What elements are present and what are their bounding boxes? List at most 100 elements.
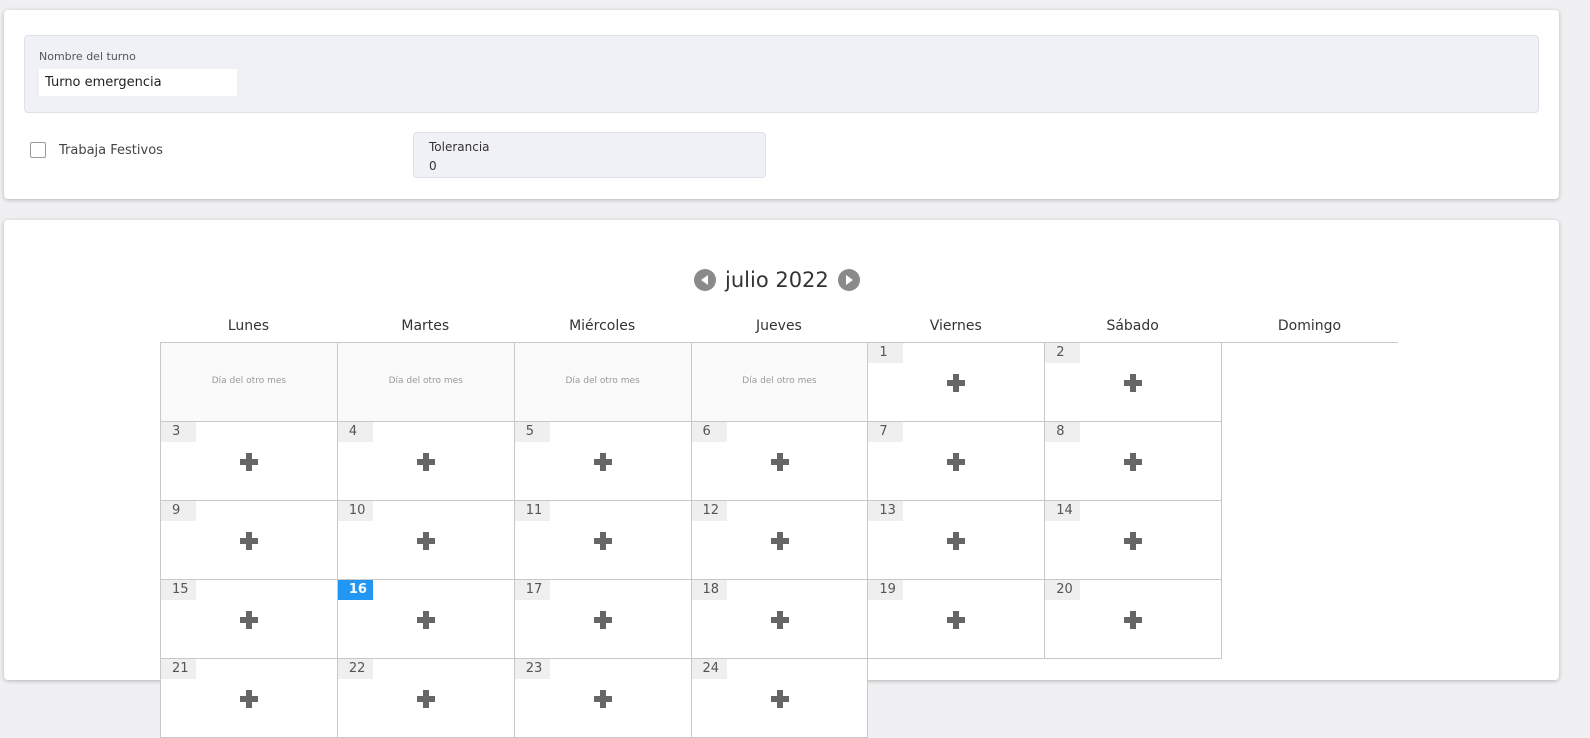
day-number: 23 [514, 659, 550, 679]
day-number: 7 [868, 422, 904, 442]
weekday-label: Domingo [1277, 318, 1342, 334]
shift-name-input[interactable] [39, 69, 237, 96]
day-number: 18 [691, 580, 727, 600]
add-shift-plus-icon[interactable] [1124, 453, 1143, 471]
add-shift-plus-icon[interactable] [240, 453, 258, 471]
calendar-card: julio 2022 Lunes Martes Miércoles Jueves Vie… [4, 220, 1559, 738]
add-shift-plus-icon[interactable] [593, 690, 612, 708]
day-number: 9 [161, 501, 196, 521]
add-shift-plus-icon[interactable] [416, 690, 435, 708]
day-cell[interactable]: 18 [691, 580, 869, 659]
day-cell[interactable]: 5 [514, 422, 692, 501]
day-cell[interactable]: 21 [161, 659, 338, 738]
day-cell[interactable]: 11 [514, 501, 692, 580]
day-cell[interactable]: 20 [1045, 580, 1223, 659]
day-number: 4 [337, 422, 373, 442]
day-cell[interactable]: 15 [161, 580, 338, 659]
day-number: 8 [1045, 422, 1081, 442]
day-cell[interactable]: 13 [868, 501, 1046, 580]
add-shift-plus-icon[interactable] [770, 611, 789, 629]
other-month-cell: Día del otro mes [514, 343, 692, 422]
day-number: 16 [337, 580, 373, 600]
add-shift-plus-icon[interactable] [416, 611, 435, 629]
day-cell[interactable]: 16 [337, 580, 515, 659]
shift-form-card: Nombre del turno Trabaja Festivos Tolera… [4, 10, 1559, 199]
weekday-label: Martes [401, 318, 450, 334]
other-month-text: Día del otro mes [742, 376, 817, 386]
day-cell[interactable]: 2 [1045, 343, 1223, 422]
add-shift-plus-icon[interactable] [593, 611, 612, 629]
add-shift-plus-icon[interactable] [416, 453, 435, 471]
add-shift-plus-icon[interactable] [593, 453, 612, 471]
day-cell[interactable]: 24 [691, 659, 869, 738]
day-cell[interactable]: 10 [337, 501, 515, 580]
day-number: 3 [161, 422, 196, 442]
shift-name-box: Nombre del turno [24, 35, 1539, 113]
add-shift-plus-icon[interactable] [416, 532, 435, 550]
add-shift-plus-icon[interactable] [1124, 611, 1143, 629]
add-shift-plus-icon[interactable] [947, 374, 966, 392]
tolerance-value[interactable]: 0 [429, 159, 437, 173]
day-number: 15 [161, 580, 196, 600]
other-month-text: Día del otro mes [565, 376, 640, 386]
tolerance-field[interactable]: Tolerancia 0 [413, 132, 766, 178]
day-cell[interactable]: 14 [1045, 501, 1223, 580]
day-cell[interactable]: 6 [691, 422, 869, 501]
holiday-checkbox[interactable] [30, 142, 46, 158]
add-shift-plus-icon[interactable] [240, 532, 258, 550]
holiday-label: Trabaja Festivos [59, 143, 163, 158]
add-shift-plus-icon[interactable] [770, 453, 789, 471]
other-month-cell: Día del otro mes [337, 343, 515, 422]
other-month-text: Día del otro mes [211, 376, 287, 386]
day-number: 19 [868, 580, 904, 600]
add-shift-plus-icon[interactable] [947, 611, 966, 629]
day-number: 1 [868, 343, 904, 363]
day-cell[interactable]: 7 [868, 422, 1046, 501]
day-cell[interactable]: 22 [337, 659, 515, 738]
weekday-label: Lunes [227, 318, 270, 334]
calendar-grid: Día del otro mes Día del otro mes Día del … [160, 342, 1398, 738]
day-number: 13 [868, 501, 904, 521]
day-cell[interactable]: 23 [514, 659, 692, 738]
add-shift-plus-icon[interactable] [240, 690, 258, 708]
add-shift-plus-icon[interactable] [947, 453, 966, 471]
add-shift-plus-icon[interactable] [240, 611, 258, 629]
weekday-label: Sábado [1106, 318, 1159, 334]
add-shift-plus-icon[interactable] [770, 532, 789, 550]
day-cell[interactable]: 3 [161, 422, 338, 501]
month-navigation: julio 2022 [694, 265, 860, 295]
add-shift-plus-icon[interactable] [947, 532, 966, 550]
prev-month-icon[interactable] [694, 269, 716, 291]
add-shift-plus-icon[interactable] [770, 690, 789, 708]
day-cell[interactable]: 12 [691, 501, 869, 580]
add-shift-plus-icon[interactable] [593, 532, 612, 550]
day-number: 10 [337, 501, 373, 521]
other-month-cell: Día del otro mes [161, 343, 338, 422]
day-number: 5 [514, 422, 550, 442]
calendar: Lunes Martes Miércoles Jueves Viernes Sábado D… [160, 314, 1398, 738]
weekday-label: Miércoles [569, 318, 636, 334]
day-number: 12 [691, 501, 727, 521]
day-cell[interactable]: 9 [161, 501, 338, 580]
add-shift-plus-icon[interactable] [1124, 374, 1143, 392]
add-shift-plus-icon[interactable] [1124, 532, 1143, 550]
day-cell[interactable]: 17 [514, 580, 692, 659]
weekday-label: Jueves [756, 318, 802, 334]
other-month-cell: Día del otro mes [691, 343, 869, 422]
day-number: 6 [691, 422, 727, 442]
day-number: 11 [514, 501, 550, 521]
day-cell[interactable]: 4 [337, 422, 515, 501]
day-cell[interactable]: 8 [1045, 422, 1223, 501]
tolerance-label: Tolerancia [429, 140, 490, 154]
day-number: 14 [1045, 501, 1081, 521]
day-number: 20 [1045, 580, 1081, 600]
month-title: julio 2022 [725, 268, 829, 292]
other-month-text: Día del otro mes [388, 376, 463, 386]
day-number: 22 [337, 659, 373, 679]
day-cell[interactable]: 19 [868, 580, 1046, 659]
day-number: 2 [1045, 343, 1081, 363]
next-month-icon[interactable] [837, 269, 860, 291]
day-cell[interactable]: 1 [868, 343, 1046, 422]
day-number: 24 [691, 659, 727, 679]
shift-name-label: Nombre del turno [39, 50, 136, 63]
